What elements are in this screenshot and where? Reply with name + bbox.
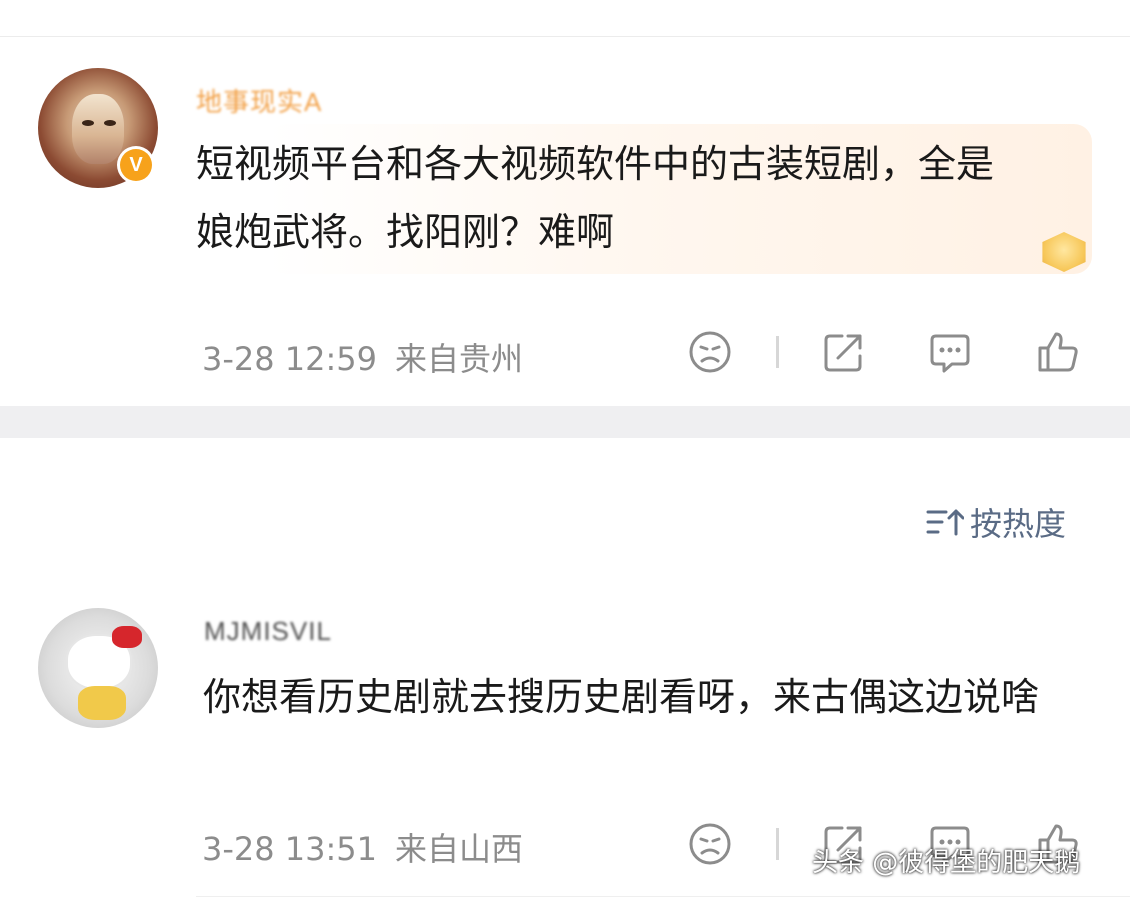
comment-actions bbox=[686, 330, 1096, 374]
top-divider bbox=[0, 36, 1130, 37]
comment-icon[interactable] bbox=[928, 330, 972, 374]
avatar-bow bbox=[112, 626, 142, 648]
comment-location: 来自山西 bbox=[395, 830, 524, 868]
thumbs-up-icon[interactable] bbox=[1036, 330, 1080, 374]
sort-label: 按热度 bbox=[970, 505, 1067, 543]
comment-meta: 3-28 13:51 来自山西 bbox=[202, 824, 523, 870]
avatar-face bbox=[72, 94, 124, 164]
bottom-divider bbox=[196, 896, 1130, 897]
section-divider bbox=[0, 406, 1130, 438]
action-separator bbox=[776, 336, 779, 368]
avatar-body bbox=[78, 686, 126, 720]
username[interactable]: 地事现实A bbox=[196, 82, 322, 119]
comment-text: 你想看历史剧就去搜历史剧看呀，来古偶这边说啥 bbox=[203, 675, 1040, 719]
avatar-eye bbox=[104, 120, 116, 126]
sort-icon bbox=[926, 509, 964, 536]
verified-badge: V bbox=[117, 146, 155, 184]
comment-time: 3-28 13:51 bbox=[202, 830, 378, 868]
watermark: 头条 @彼得堡的肥天鹅 bbox=[812, 848, 1081, 878]
verified-badge-icon: V bbox=[120, 149, 152, 181]
avatar-eye bbox=[82, 120, 94, 126]
share-icon[interactable] bbox=[822, 330, 866, 374]
comment-meta: 3-28 12:59 来自贵州 bbox=[202, 334, 523, 380]
sort-button[interactable]: 按热度 bbox=[926, 500, 1066, 544]
sad-face-icon[interactable] bbox=[688, 330, 732, 374]
comment-text: 短视频平台和各大视频软件中的古装短剧，全是娘炮武将。找阳刚？难啊 bbox=[196, 142, 995, 254]
action-separator bbox=[776, 828, 779, 860]
sad-face-icon[interactable] bbox=[688, 822, 732, 866]
comment-time: 3-28 12:59 bbox=[202, 340, 378, 378]
username[interactable]: MJMISVIL bbox=[204, 616, 332, 647]
comment-location: 来自贵州 bbox=[395, 340, 524, 378]
avatar[interactable] bbox=[38, 608, 158, 728]
